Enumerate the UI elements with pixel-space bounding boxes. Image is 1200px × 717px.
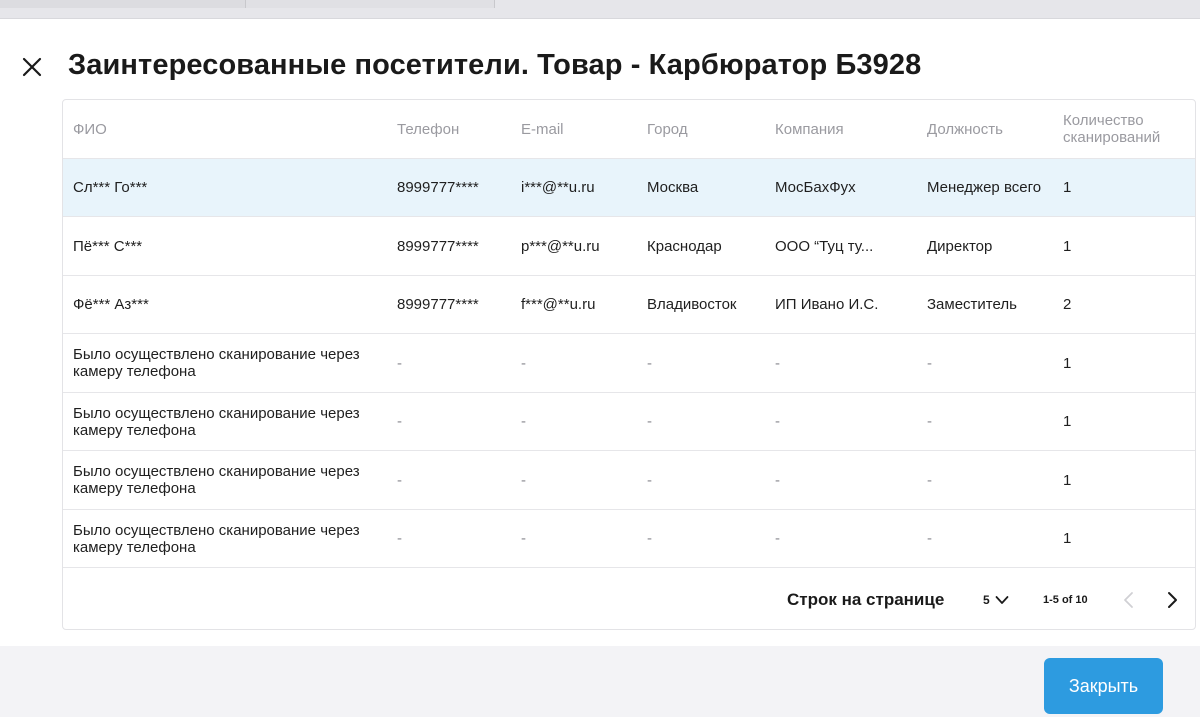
column-header-city[interactable]: Город: [647, 100, 773, 158]
table-row[interactable]: Было осуществлено сканирование через кам…: [63, 335, 1195, 393]
tab-strip-segment: [246, 0, 495, 8]
rows-per-page-select[interactable]: 5: [983, 590, 1009, 610]
cell-scans: 2: [1063, 296, 1072, 313]
cell-fio: Было осуществлено сканирование через кам…: [73, 521, 360, 556]
cell-email: -: [521, 530, 526, 547]
cell-company: МосБахФух: [775, 179, 856, 196]
rows-per-page-value: 5: [983, 593, 990, 607]
chevron-down-icon: [995, 596, 1009, 604]
cell-scans: 1: [1063, 237, 1072, 255]
page-range: 1-5 of 10: [1043, 594, 1088, 606]
cell-fio: Пё*** С***: [73, 237, 143, 255]
cell-fio: Было осуществлено сканирование через кам…: [73, 404, 360, 439]
column-header-phone[interactable]: Телефон: [397, 100, 517, 158]
cell-email: -: [521, 413, 526, 430]
cell-city: Владивосток: [647, 296, 737, 313]
cell-email: i***@**u.ru: [521, 179, 595, 196]
browser-top-strip: [0, 0, 1200, 19]
table-row[interactable]: Было осуществлено сканирование через кам…: [63, 393, 1195, 451]
cell-scans: 1: [1063, 471, 1072, 489]
cell-position: Менеджер всего: [927, 179, 1042, 196]
close-icon[interactable]: [20, 55, 44, 79]
cell-company: -: [775, 471, 780, 489]
cell-scans: 1: [1063, 354, 1072, 372]
column-header-scans[interactable]: Количество сканирований: [1063, 100, 1187, 158]
cell-city: -: [647, 413, 652, 430]
cell-phone: -: [397, 354, 402, 372]
cell-scans: 1: [1063, 179, 1072, 196]
cell-city: Краснодар: [647, 237, 722, 255]
cell-company: ИП Ивано И.С.: [775, 296, 879, 313]
cell-fio: Сл*** Го***: [73, 179, 148, 196]
column-header-email[interactable]: E-mail: [521, 100, 645, 158]
cell-position: Заместитель: [927, 296, 1017, 313]
table-row[interactable]: Пё*** С*** 8999777**** p***@**u.ru Краснода…: [63, 218, 1195, 276]
cell-fio: Было осуществлено сканирование через кам…: [73, 463, 360, 497]
cell-email: p***@**u.ru: [521, 237, 600, 255]
cell-scans: 1: [1063, 413, 1072, 430]
table-row[interactable]: Фё*** Аз*** 8999777**** f***@**u.ru Владиво…: [63, 276, 1195, 334]
cell-fio: Фё*** Аз***: [73, 296, 149, 313]
cell-position: -: [927, 413, 932, 430]
column-header-position[interactable]: Должность: [927, 100, 1059, 158]
chevron-left-icon[interactable]: [1118, 588, 1140, 612]
cell-city: -: [647, 354, 652, 372]
table-row[interactable]: Было осуществлено сканирование через кам…: [63, 510, 1195, 568]
table-row[interactable]: Сл*** Го*** 8999777**** i***@**u.ru Москва М…: [63, 159, 1195, 217]
table-header: ФИО Телефон E-mail Город Компания Должность Ко…: [63, 100, 1195, 159]
cell-phone: -: [397, 413, 402, 430]
cell-phone: 8999777****: [397, 179, 479, 196]
cell-email: f***@**u.ru: [521, 296, 596, 313]
cell-email: -: [521, 354, 526, 372]
cell-phone: -: [397, 471, 402, 489]
cell-company: -: [775, 530, 780, 547]
cell-city: -: [647, 471, 652, 489]
cell-city: -: [647, 530, 652, 547]
table-row[interactable]: Было осуществлено сканирование через кам…: [63, 452, 1195, 510]
cell-email: -: [521, 471, 526, 489]
cell-scans: 1: [1063, 530, 1072, 547]
close-button[interactable]: Закрыть: [1044, 658, 1163, 714]
interested-visitors-dialog: Заинтересованные посетители. Товар - Кар…: [0, 19, 1200, 646]
cell-company: -: [775, 354, 780, 372]
cell-position: -: [927, 354, 932, 372]
cell-position: Директор: [927, 237, 993, 255]
dialog-footer: Закрыть: [0, 646, 1200, 717]
cell-city: Москва: [647, 179, 699, 196]
rows-per-page-label: Строк на странице: [787, 590, 945, 609]
column-header-fio[interactable]: ФИО: [73, 100, 383, 158]
dialog-title: Заинтересованные посетители. Товар - Кар…: [68, 49, 922, 81]
chevron-right-icon[interactable]: [1161, 588, 1183, 612]
tab-strip-segment: [0, 0, 246, 8]
cell-phone: -: [397, 530, 402, 547]
cell-fio: Было осуществлено сканирование через кам…: [73, 346, 360, 380]
cell-position: -: [927, 530, 932, 547]
column-header-company[interactable]: Компания: [775, 100, 923, 158]
cell-position: -: [927, 471, 932, 489]
cell-company: ООО “Туц ту...: [775, 237, 874, 255]
cell-phone: 8999777****: [397, 296, 479, 313]
pagination: Строк на странице 5 1-5 of 10: [63, 570, 1195, 629]
cell-company: -: [775, 413, 780, 430]
visitors-table: ФИО Телефон E-mail Город Компания Должность Ко…: [62, 99, 1196, 630]
cell-phone: 8999777****: [397, 237, 479, 255]
